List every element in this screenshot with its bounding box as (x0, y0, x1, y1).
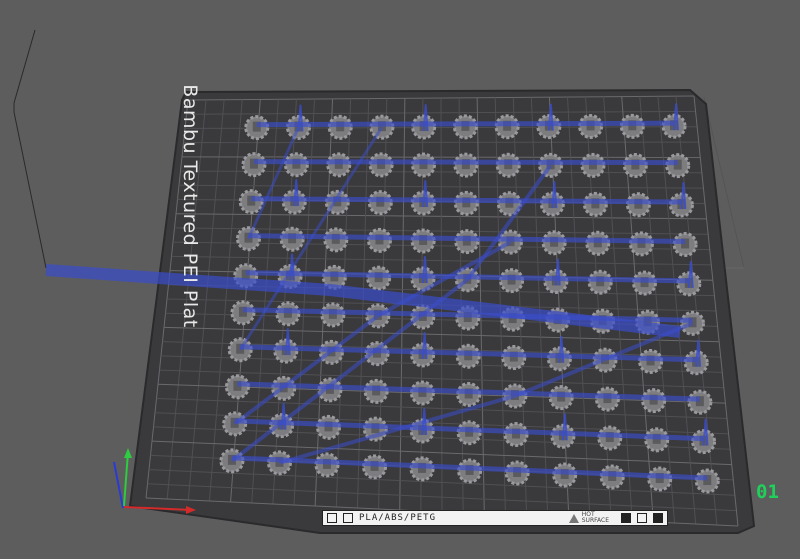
part (587, 269, 613, 295)
plate-info-badge: PLA/ABS/PETG HOT SURFACE (322, 510, 668, 526)
plate-name-label: Bambu Textured PEI Plat (170, 84, 210, 327)
y-axis-arrow (124, 448, 132, 458)
part (599, 464, 625, 490)
part (323, 227, 349, 253)
y-axis (123, 451, 129, 507)
part (647, 466, 673, 492)
part (453, 190, 479, 216)
part (641, 388, 667, 414)
part (314, 452, 340, 478)
part (456, 420, 482, 446)
part (631, 270, 657, 296)
build-plate-scene[interactable] (0, 0, 800, 559)
part (315, 414, 341, 440)
bin-icon-2[interactable] (653, 513, 663, 523)
part (244, 115, 270, 141)
part (409, 456, 435, 482)
travel-path (253, 159, 678, 166)
part (622, 153, 648, 179)
part (503, 421, 529, 447)
part (326, 152, 352, 178)
part (597, 425, 623, 451)
part (455, 343, 481, 369)
build-volume-edge (13, 29, 36, 104)
part (625, 192, 651, 218)
part (638, 348, 664, 374)
build-volume-edge (13, 111, 47, 269)
bin-icon[interactable] (621, 513, 631, 523)
warning-icon (568, 513, 579, 523)
part (283, 152, 309, 178)
part (320, 302, 346, 328)
part (457, 458, 483, 484)
part (409, 380, 435, 406)
part (230, 300, 256, 326)
part (644, 427, 670, 453)
part (327, 114, 353, 140)
part (275, 301, 301, 327)
part (672, 231, 698, 257)
part (366, 265, 392, 291)
square-icon[interactable] (637, 513, 647, 523)
part (238, 189, 264, 215)
part (552, 462, 578, 488)
plate-type-icon (327, 513, 337, 523)
part (628, 231, 654, 257)
part (454, 229, 480, 255)
material-label: PLA/ABS/PETG (359, 513, 437, 523)
part (541, 230, 567, 256)
part (363, 378, 389, 404)
part (499, 268, 525, 294)
part (665, 153, 691, 179)
part (453, 152, 479, 178)
part (548, 385, 574, 411)
part (366, 227, 392, 253)
part (504, 460, 530, 486)
part (578, 113, 604, 139)
part (582, 191, 608, 217)
part (456, 381, 482, 407)
3d-viewport[interactable]: Bambu Textured PEI Plat PLA/ABS/PETG HOT… (0, 0, 800, 559)
z-axis (113, 461, 124, 509)
part (410, 228, 436, 254)
part (594, 386, 620, 412)
part (585, 230, 611, 256)
warning-text: HOT SURFACE (581, 511, 609, 524)
travel-path (256, 120, 675, 128)
plate-name-text: Bambu Textured PEI Plat (179, 84, 201, 328)
travel-path (251, 196, 682, 205)
part (452, 114, 478, 140)
part (410, 152, 436, 178)
hot-surface-warning: HOT SURFACE (568, 511, 609, 524)
part (494, 114, 520, 140)
part (362, 454, 388, 480)
part (224, 374, 250, 400)
plate-number[interactable]: 01 (756, 481, 779, 503)
part (694, 468, 720, 494)
part (241, 152, 267, 178)
part (580, 152, 606, 178)
part (495, 152, 521, 178)
plate-settings-icon (343, 513, 353, 523)
part (279, 226, 305, 252)
part (367, 190, 393, 216)
part (368, 152, 394, 178)
part (501, 345, 527, 371)
part (619, 113, 645, 139)
part (687, 389, 713, 415)
